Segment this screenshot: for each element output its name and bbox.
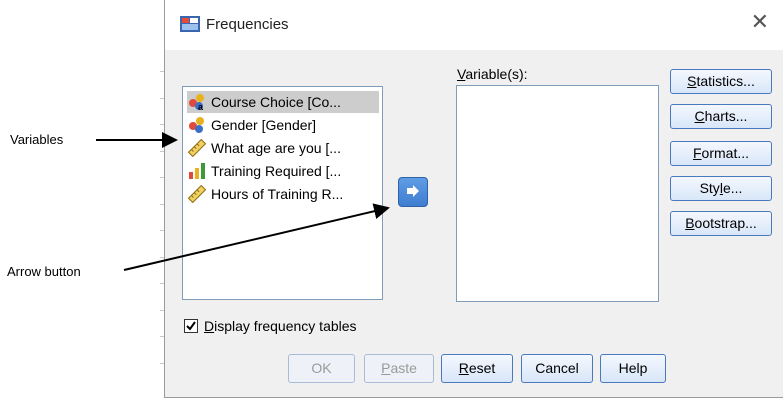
paste-button[interactable]: Paste	[364, 354, 434, 383]
list-item[interactable]: Hours of Training R...	[187, 183, 379, 205]
variables-annotation: Variables	[10, 132, 64, 147]
dialog-title: Frequencies	[206, 16, 289, 33]
bootstrap-button[interactable]: Bootstrap...	[670, 211, 772, 236]
target-list-label: Variable(s):	[457, 66, 528, 82]
checkmark-icon	[186, 321, 196, 331]
variable-name: Gender [Gender]	[211, 117, 317, 133]
statistics-button[interactable]: Statistics...	[670, 69, 772, 94]
reset-button[interactable]: Reset	[441, 354, 513, 383]
frequencies-dialog: Frequencies ✕ a Course Choice [Co... Gen…	[164, 0, 783, 398]
format-button[interactable]: Format...	[670, 141, 772, 166]
ordinal-icon	[189, 163, 205, 179]
checkbox-label: Display frequency tables	[204, 318, 357, 334]
help-button[interactable]: Help	[600, 354, 666, 383]
scale-icon	[187, 139, 207, 157]
charts-button[interactable]: Charts...	[670, 104, 772, 129]
variable-name: Hours of Training R...	[211, 186, 344, 202]
list-item[interactable]: Training Required [...	[187, 160, 379, 182]
nominal-icon: a	[189, 94, 204, 111]
target-variable-list[interactable]	[456, 85, 659, 302]
display-frequency-tables-option[interactable]: Display frequency tables	[184, 318, 357, 334]
title-bar: Frequencies ✕	[165, 0, 783, 50]
arrow-right-icon	[407, 185, 419, 197]
style-button[interactable]: Style...	[670, 176, 772, 201]
nominal-icon	[189, 117, 204, 133]
close-icon[interactable]: ✕	[751, 10, 769, 35]
move-variable-button[interactable]	[398, 177, 428, 207]
cancel-button[interactable]: Cancel	[521, 354, 593, 383]
svg-text:a: a	[198, 102, 204, 111]
variable-name: Course Choice [Co...	[211, 94, 341, 110]
display-frequency-tables-checkbox[interactable]	[184, 319, 198, 333]
variable-name: Training Required [...	[211, 163, 342, 179]
arrow-button-annotation: Arrow button	[7, 264, 81, 279]
list-item[interactable]: Gender [Gender]	[187, 114, 379, 136]
ok-button[interactable]: OK	[288, 354, 355, 383]
source-variable-list[interactable]: a Course Choice [Co... Gender [Gender] W…	[182, 86, 383, 300]
list-item[interactable]: What age are you [...	[187, 137, 379, 159]
scale-icon	[187, 185, 207, 203]
frequencies-app-icon	[180, 16, 200, 32]
list-item[interactable]: a Course Choice [Co...	[187, 91, 379, 113]
variable-name: What age are you [...	[211, 140, 341, 156]
